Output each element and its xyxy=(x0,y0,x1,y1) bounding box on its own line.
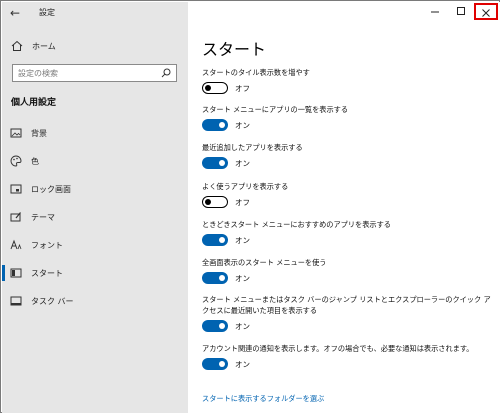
toggle-knob xyxy=(219,122,225,128)
active-indicator xyxy=(2,265,5,281)
palette-icon xyxy=(10,155,22,167)
setting-most-used: よく使うアプリを表示する オフ xyxy=(202,181,492,212)
sidebar-item-theme[interactable]: テーマ xyxy=(2,207,188,227)
taskbar-icon xyxy=(10,296,22,306)
sidebar-item-label: 背景 xyxy=(31,129,47,138)
app-title: 設定 xyxy=(39,8,55,17)
maximize-icon xyxy=(457,7,465,15)
minimize-icon xyxy=(431,11,439,13)
toggle-state: オン xyxy=(235,159,250,168)
toggle-switch[interactable] xyxy=(202,157,228,169)
toggle-state: オン xyxy=(235,121,250,130)
toggle-switch[interactable] xyxy=(202,119,228,131)
toggle-switch[interactable] xyxy=(202,196,228,208)
theme-icon xyxy=(10,212,21,222)
sidebar-item-start[interactable]: スタート xyxy=(2,263,188,283)
setting-full-screen: 全画面表示のスタート メニューを使う オン xyxy=(202,257,492,288)
toggle-knob xyxy=(219,323,225,329)
toggle-switch[interactable] xyxy=(202,358,228,370)
search-icon[interactable] xyxy=(161,68,171,78)
setting-label: よく使うアプリを表示する xyxy=(202,182,289,191)
setting-label: スタートのタイル表示数を増やす xyxy=(202,68,310,77)
home-label: ホーム xyxy=(32,42,56,51)
title-bar-left: ← 設定 xyxy=(2,2,188,24)
toggle-switch[interactable] xyxy=(202,320,228,332)
toggle-row: オン xyxy=(202,119,492,135)
toggle-row: オン xyxy=(202,272,492,288)
toggle-state: オン xyxy=(235,360,250,369)
toggle-state: オン xyxy=(235,274,250,283)
setting-app-list: スタート メニューにアプリの一覧を表示する オン xyxy=(202,104,492,135)
setting-suggestions: ときどきスタート メニューにおすすめのアプリを表示する オン xyxy=(202,219,492,250)
settings-window: ← 設定 ホーム 設定の検索 個人用設定 背景 色 ロック画面 テーマ フォント… xyxy=(0,0,500,413)
sidebar-item-label: ロック画面 xyxy=(31,185,71,194)
sidebar-item-label: スタート xyxy=(31,269,63,278)
lock-screen-icon xyxy=(10,184,22,194)
sidebar-item-label: フォント xyxy=(31,241,63,250)
home-nav-item[interactable]: ホーム xyxy=(2,38,188,56)
toggle-state: オフ xyxy=(235,84,250,93)
toggle-row: オン xyxy=(202,234,492,250)
sidebar-item-taskbar[interactable]: タスク バー xyxy=(2,291,188,311)
toggle-knob xyxy=(205,198,211,205)
setting-recently-added: 最近追加したアプリを表示する オン xyxy=(202,142,492,173)
sidebar-item-color[interactable]: 色 xyxy=(2,151,188,171)
setting-label: スタート メニューまたはタスク バーのジャンプ リストとエクスプローラーのクイッ… xyxy=(202,295,491,315)
toggle-knob xyxy=(219,361,225,367)
sidebar-item-lock-screen[interactable]: ロック画面 xyxy=(2,179,188,199)
setting-label: 最近追加したアプリを表示する xyxy=(202,143,303,152)
sidebar-item-font[interactable]: フォント xyxy=(2,235,188,255)
minimize-button[interactable] xyxy=(422,2,448,22)
picture-icon xyxy=(10,128,22,138)
choose-folders-link[interactable]: スタートに表示するフォルダーを選ぶ xyxy=(202,394,324,404)
toggle-row: オン xyxy=(202,358,492,374)
main-panel: スタート スタートのタイル表示数を増やす オフ スタート メニューにアプリの一覧… xyxy=(188,2,500,413)
maximize-button[interactable] xyxy=(448,2,474,22)
toggle-knob xyxy=(219,160,225,166)
toggle-row: オフ xyxy=(202,82,492,98)
page-title: スタート xyxy=(202,40,267,59)
setting-recent-items: スタート メニューまたはタスク バーのジャンプ リストとエクスプローラーのクイッ… xyxy=(202,294,492,336)
sidebar-item-background[interactable]: 背景 xyxy=(2,123,188,143)
toggle-row: オン xyxy=(202,157,492,173)
sidebar-item-label: 色 xyxy=(31,157,39,166)
setting-label: 全画面表示のスタート メニューを使う xyxy=(202,258,327,267)
window-controls xyxy=(422,2,500,22)
toggle-state: オン xyxy=(235,236,250,245)
start-icon xyxy=(10,268,22,278)
setting-label: アカウント関連の通知を表示します。オフの場合でも、必要な通知は表示されます。 xyxy=(202,344,474,353)
back-arrow-icon[interactable]: ← xyxy=(6,4,24,22)
search-input[interactable]: 設定の検索 xyxy=(12,64,177,82)
toggle-switch[interactable] xyxy=(202,82,228,94)
close-icon xyxy=(482,9,490,17)
toggle-switch[interactable] xyxy=(202,234,228,246)
toggle-state: オン xyxy=(235,322,250,331)
toggle-row: オフ xyxy=(202,196,492,212)
font-icon xyxy=(10,239,22,250)
toggle-knob xyxy=(205,84,211,91)
section-title: 個人用設定 xyxy=(11,98,57,108)
setting-label: ときどきスタート メニューにおすすめのアプリを表示する xyxy=(202,220,391,229)
setting-account-notifications: アカウント関連の通知を表示します。オフの場合でも、必要な通知は表示されます。 オ… xyxy=(202,343,492,374)
close-button[interactable] xyxy=(474,3,498,20)
toggle-row: オン xyxy=(202,320,492,336)
sidebar-item-label: テーマ xyxy=(31,213,55,222)
toggle-state: オフ xyxy=(235,198,250,207)
setting-more-tiles: スタートのタイル表示数を増やす オフ xyxy=(202,67,492,98)
sidebar: ← 設定 ホーム 設定の検索 個人用設定 背景 色 ロック画面 テーマ フォント… xyxy=(2,2,188,413)
search-placeholder: 設定の検索 xyxy=(18,69,58,78)
toggle-knob xyxy=(219,237,225,243)
sidebar-item-label: タスク バー xyxy=(31,297,74,306)
toggle-knob xyxy=(219,275,225,281)
home-icon xyxy=(11,40,23,51)
setting-label: スタート メニューにアプリの一覧を表示する xyxy=(202,105,349,114)
toggle-switch[interactable] xyxy=(202,272,228,284)
